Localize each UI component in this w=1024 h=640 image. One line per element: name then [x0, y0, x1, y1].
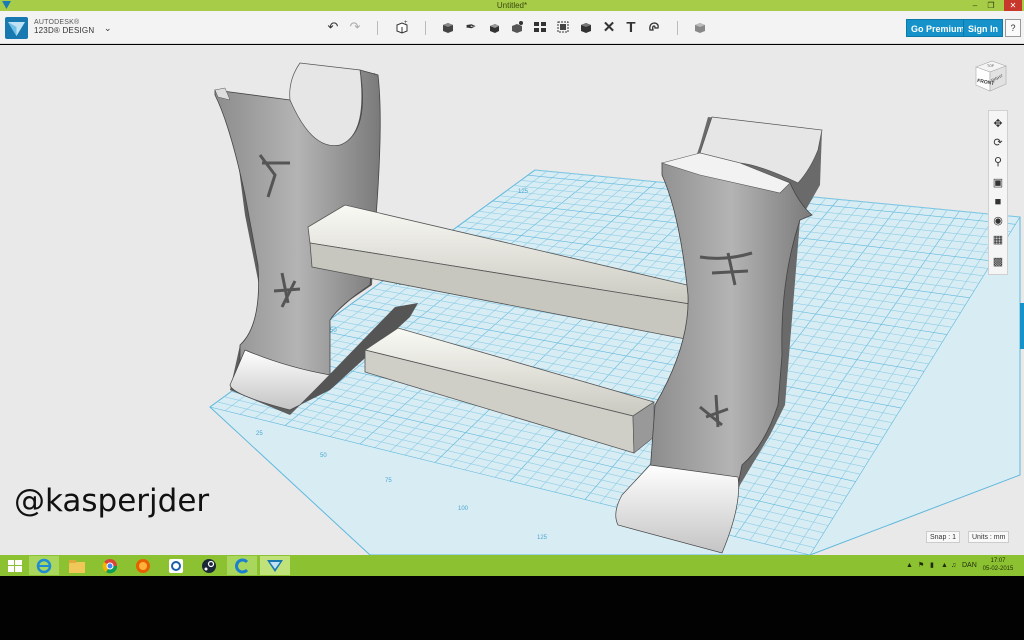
steam-icon[interactable] — [194, 556, 224, 575]
help-button[interactable]: ? — [1005, 19, 1021, 37]
taskbar-clock[interactable]: 17:07 05-02-2015 — [978, 557, 1018, 573]
chrome-icon[interactable] — [95, 556, 125, 575]
material-view-icon[interactable]: ▩ — [989, 253, 1007, 271]
tray-volume-icon[interactable]: ♫ — [951, 555, 956, 576]
text-icon[interactable]: T — [622, 18, 640, 36]
sketch-icon[interactable]: ✒ — [462, 18, 480, 36]
clock-date: 05-02-2015 — [982, 566, 1014, 572]
tray-overflow-icon[interactable]: ▲ — [906, 555, 913, 576]
app-brand[interactable]: AUTODESK® 123D® DESIGN — [34, 19, 94, 35]
123d-design-icon[interactable] — [260, 556, 290, 575]
app-menu-chevron-icon[interactable]: ⌄ — [104, 23, 112, 34]
123d-logo-icon[interactable] — [5, 17, 28, 39]
tray-power-icon[interactable]: ▮ — [930, 555, 934, 576]
grid-label: 125 — [537, 535, 548, 541]
material-icon[interactable] — [691, 18, 709, 36]
minimize-button[interactable]: – — [968, 0, 982, 11]
screen-bottom-black-area — [0, 576, 1024, 640]
explorer-icon[interactable] — [62, 556, 92, 575]
go-premium-button[interactable]: Go Premium — [906, 19, 970, 37]
grid-label: 100 — [458, 506, 469, 512]
view-cube-top-label: TOP — [987, 64, 995, 68]
close-button[interactable]: ✕ — [1004, 0, 1022, 11]
measure-icon[interactable]: ✕ — [600, 18, 618, 36]
snap-status[interactable]: Snap : 1 — [926, 531, 961, 543]
grid-label: 50 — [330, 328, 337, 334]
firefox-icon[interactable] — [128, 556, 158, 575]
navigation-bar: ✥ ⟳ ⚲ ▣ ■ ◉ ▦ ▩ — [988, 110, 1008, 275]
primitives-icon[interactable] — [439, 18, 457, 36]
tray-flag-icon[interactable]: ⚑ — [918, 555, 924, 576]
3d-viewport[interactable]: 25 50 75 100 125 25 50 75 100 125 — [0, 45, 1024, 555]
grid-label: 50 — [320, 453, 327, 459]
pattern-icon[interactable] — [531, 18, 549, 36]
snap-icon[interactable] — [645, 18, 663, 36]
undo-icon[interactable]: ↶ — [324, 18, 342, 36]
toolbar-separator — [425, 21, 426, 35]
visibility-icon[interactable]: ◉ — [989, 212, 1007, 230]
app-toolbar: AUTODESK® 123D® DESIGN ⌄ ↶ ↷ + ✒ ✕ T Go … — [0, 11, 1024, 44]
pan-icon[interactable]: ✥ — [989, 115, 1007, 133]
svg-text:+: + — [404, 20, 408, 26]
fit-icon[interactable]: ▣ — [989, 174, 1007, 192]
units-status[interactable]: Units : mm — [968, 531, 1010, 543]
grid-label: 125 — [518, 189, 529, 195]
tray-network-icon[interactable]: ▲ — [941, 555, 948, 576]
ie-icon[interactable] — [29, 556, 59, 575]
clock-time: 17:07 — [990, 558, 1006, 564]
zoom-icon[interactable]: ⚲ — [989, 153, 1007, 171]
start-icon[interactable] — [0, 556, 30, 575]
construct-icon[interactable] — [485, 18, 503, 36]
combine-icon[interactable] — [577, 18, 595, 36]
orbit-icon[interactable]: ⟳ — [989, 134, 1007, 152]
brand-line-2: 123D® DESIGN — [34, 26, 95, 35]
group-icon[interactable] — [554, 18, 572, 36]
side-panel-tab[interactable] — [1020, 303, 1024, 349]
windows-taskbar: ▲ ⚑ ▮ ▲ ♫ DAN 17:07 05-02-2015 — [0, 555, 1024, 576]
sign-in-button[interactable]: Sign In — [963, 19, 1003, 37]
redo-icon[interactable]: ↷ — [346, 18, 364, 36]
language-indicator[interactable]: DAN — [962, 555, 977, 576]
view-cube[interactable]: FRONT RIGHT TOP — [972, 57, 1008, 93]
uplay-icon[interactable] — [161, 556, 191, 575]
scene-canvas[interactable]: 25 50 75 100 125 25 50 75 100 125 — [0, 45, 1024, 555]
window-titlebar: Untitled* – ❐ ✕ — [0, 0, 1024, 11]
grid-label: 75 — [385, 478, 392, 484]
toolbar-separator — [377, 21, 378, 35]
ccleaner-icon[interactable] — [227, 556, 257, 575]
view-icon[interactable]: ■ — [989, 193, 1007, 211]
new-primitive-icon[interactable]: + — [393, 18, 411, 36]
modify-icon[interactable] — [508, 18, 526, 36]
toolbar-separator — [677, 21, 678, 35]
watermark-text: @kasperjder — [14, 483, 210, 519]
restore-button[interactable]: ❐ — [984, 0, 998, 11]
grid-icon[interactable]: ▦ — [989, 231, 1007, 249]
window-title: Untitled* — [496, 1, 528, 10]
grid-label: 25 — [256, 431, 263, 437]
